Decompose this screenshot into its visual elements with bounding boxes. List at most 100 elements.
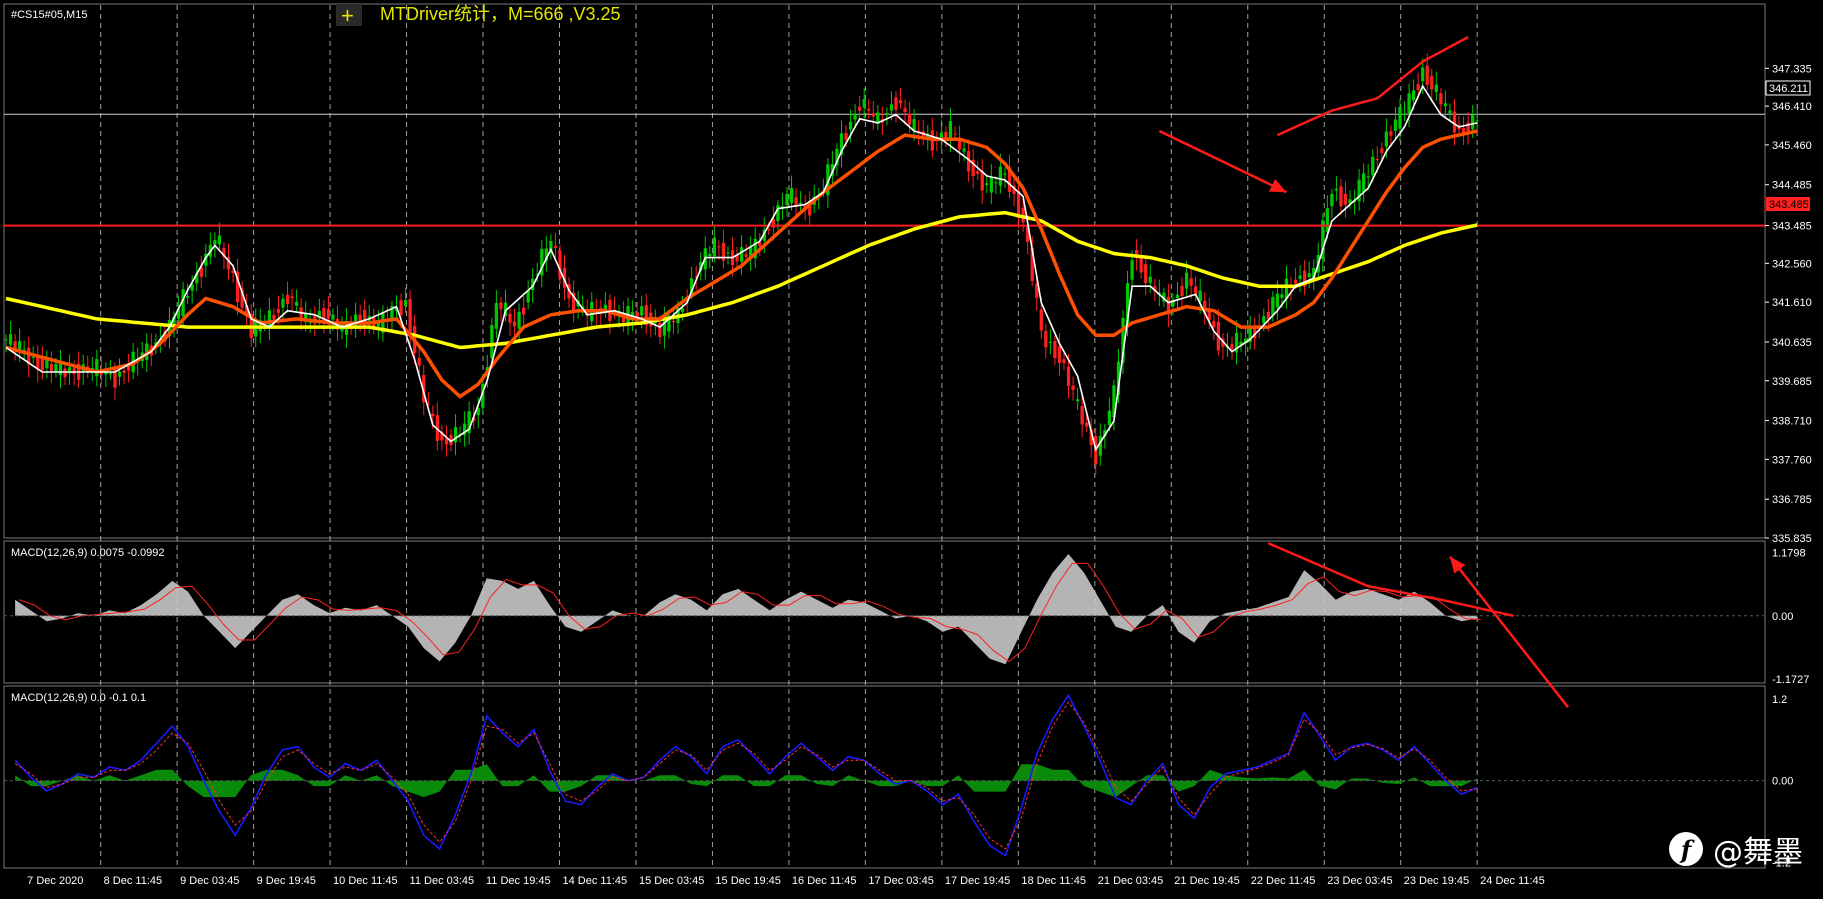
candle-body xyxy=(885,113,889,116)
candle-body xyxy=(126,366,131,371)
macd2-title: MACD(12,26,9) 0.0 -0.1 0.1 xyxy=(11,692,146,704)
candle-body xyxy=(712,237,716,257)
candle-body xyxy=(1189,278,1193,286)
candle-body xyxy=(1425,65,1429,85)
candle-body xyxy=(431,413,435,417)
candle-body xyxy=(671,320,676,323)
candle-body xyxy=(1148,276,1152,283)
candle-body xyxy=(122,370,126,374)
candle-body xyxy=(1003,173,1007,175)
candle-body xyxy=(1144,264,1148,284)
candle-body xyxy=(794,197,798,207)
candle-body xyxy=(1402,113,1407,116)
candle-body xyxy=(1266,311,1270,319)
y-tick-label: 344.485 xyxy=(1772,180,1812,192)
y-tick-label: 345.460 xyxy=(1772,140,1812,152)
candle-body xyxy=(1411,90,1416,101)
candle-body xyxy=(417,357,421,366)
candle-body xyxy=(1330,193,1334,207)
x-tick-label: 11 Dec 03:45 xyxy=(410,875,475,887)
candle-body xyxy=(1398,106,1402,129)
candle-body xyxy=(290,296,294,299)
candle-body xyxy=(13,341,17,349)
candle-body xyxy=(512,321,517,327)
candle-body xyxy=(1212,320,1216,328)
candle-body xyxy=(267,310,271,328)
candle-body xyxy=(767,229,771,231)
candle-body xyxy=(1471,114,1475,130)
candle-body xyxy=(976,171,980,174)
y-tick-label: 343.485 xyxy=(1772,221,1812,233)
candle-body xyxy=(294,301,299,306)
candle-body xyxy=(399,300,403,316)
macd2-y-tick-label: 1.2 xyxy=(1772,694,1787,706)
candle-body xyxy=(1066,366,1071,387)
candle-body xyxy=(798,202,803,205)
candle-body xyxy=(553,245,558,248)
candle-body xyxy=(907,113,912,125)
y-tick-label: 341.610 xyxy=(1772,297,1812,309)
candle-body xyxy=(962,148,966,152)
candle-body xyxy=(948,121,953,140)
candle-body xyxy=(1275,293,1280,308)
candle-body xyxy=(1430,76,1434,90)
x-tick-label: 9 Dec 03:45 xyxy=(180,875,239,887)
candle-body xyxy=(508,313,512,323)
macd2-y-tick-label: 0.00 xyxy=(1772,776,1793,788)
candle-body xyxy=(1075,399,1080,402)
candle-body xyxy=(494,303,499,329)
candle-body xyxy=(776,205,780,222)
candle-body xyxy=(108,373,113,375)
candle-body xyxy=(1057,346,1062,364)
candle-body xyxy=(1434,84,1438,92)
candle-body xyxy=(1044,331,1048,348)
x-tick-label: 11 Dec 19:45 xyxy=(486,875,551,887)
candle-body xyxy=(889,104,894,111)
candle-body xyxy=(953,133,957,135)
candle-body xyxy=(1271,296,1275,316)
candle-body xyxy=(276,309,281,313)
candle-body xyxy=(1280,294,1284,298)
x-tick-label: 10 Dec 11:45 xyxy=(333,875,398,887)
candle-body xyxy=(1062,359,1066,364)
candle-body xyxy=(490,325,494,359)
candle-body xyxy=(789,188,794,204)
candle-body xyxy=(862,99,866,108)
candle-body xyxy=(894,97,898,110)
candle-body xyxy=(72,368,76,374)
candle-body xyxy=(31,357,35,359)
candle-body xyxy=(1443,103,1448,107)
macd-y-tick-label: 0.00 xyxy=(1772,611,1793,623)
candle-body xyxy=(499,302,503,310)
candle-body xyxy=(785,193,789,205)
watermark: f @舞墨 xyxy=(1669,827,1803,871)
candle-body xyxy=(898,100,903,104)
candle-body xyxy=(4,339,8,341)
candle-body xyxy=(1371,156,1375,176)
candle-body xyxy=(1230,344,1234,350)
x-tick-label: 21 Dec 19:45 xyxy=(1174,875,1239,887)
x-tick-label: 15 Dec 03:45 xyxy=(639,875,704,887)
x-tick-label: 7 Dec 2020 xyxy=(27,875,83,887)
trading-chart[interactable]: 7 Dec 2020 8 Dec 11:45 9 Dec 03:45 9 Dec 19… xyxy=(0,0,1823,899)
candle-body xyxy=(1085,422,1089,427)
candle-body xyxy=(1194,286,1198,294)
candle-body xyxy=(1048,341,1052,343)
y-tick-label: 342.560 xyxy=(1772,258,1812,270)
x-tick-label: 14 Dec 11:45 xyxy=(562,875,627,887)
candle-body xyxy=(994,182,998,184)
candle-body xyxy=(49,364,54,371)
candle-body xyxy=(871,113,875,117)
candle-body xyxy=(739,247,744,262)
candle-body xyxy=(1307,273,1311,278)
x-tick-label: 15 Dec 19:45 xyxy=(715,875,780,887)
indicator-plus-icon[interactable]: + xyxy=(341,3,354,28)
candle-body xyxy=(1080,406,1084,425)
candle-body xyxy=(1071,385,1075,390)
y-tick-label: 347.335 xyxy=(1772,63,1812,75)
candle-body xyxy=(326,308,331,319)
candle-body xyxy=(285,294,290,305)
candle-body xyxy=(858,106,862,111)
candle-body xyxy=(1039,309,1043,331)
candle-body xyxy=(1325,208,1329,232)
